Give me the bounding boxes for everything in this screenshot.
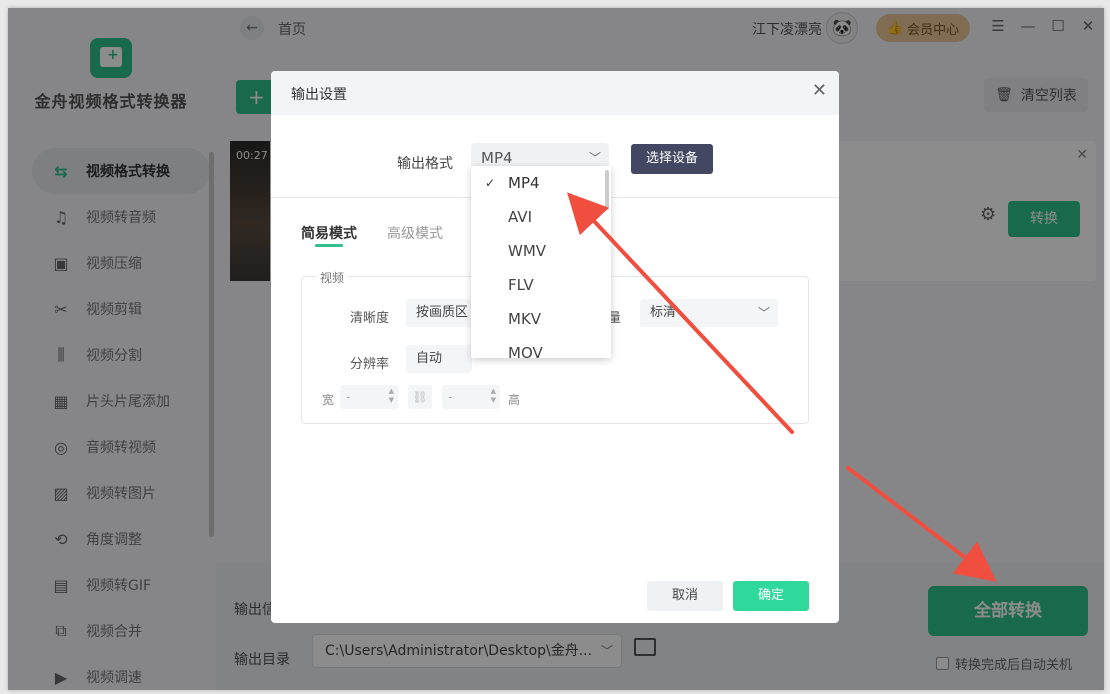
stepper-icon: ▲ ▼ — [490, 387, 496, 404]
format-option-label: MOV — [508, 344, 543, 358]
clarity-select[interactable]: 按画质区 — [406, 299, 472, 327]
width-label: 宽 — [322, 393, 335, 407]
resolution-value: 自动 — [416, 351, 443, 366]
clarity-value: 按画质区 — [416, 305, 469, 320]
format-option-avi[interactable]: AVI — [471, 200, 611, 234]
height-value: - — [448, 390, 453, 404]
checkmark-icon: ✓ — [485, 176, 496, 190]
width-value: - — [346, 390, 351, 404]
format-dropdown: ✓ MP4 AVI WMV FLV MKV MOV — [471, 166, 611, 358]
height-input[interactable]: - ▲ ▼ — [442, 385, 500, 409]
stepper-icon: ▲ ▼ — [388, 387, 394, 404]
format-option-label: MP4 — [508, 174, 540, 192]
format-label: 输出格式 — [397, 156, 453, 172]
format-option-label: WMV — [508, 242, 547, 260]
format-option-mov[interactable]: MOV — [471, 336, 611, 358]
clarity-label: 清晰度 — [350, 311, 390, 326]
format-option-flv[interactable]: FLV — [471, 268, 611, 302]
resolution-label: 分辨率 — [350, 357, 390, 372]
select-device-button[interactable]: 选择设备 — [631, 144, 713, 174]
width-input[interactable]: - ▲ ▼ — [340, 385, 398, 409]
close-icon[interactable]: ✕ — [812, 80, 827, 101]
dropdown-scrollbar[interactable] — [605, 170, 609, 210]
quality-select[interactable]: 标清 ﹀ — [640, 299, 778, 327]
chevron-down-icon: ﹀ — [757, 306, 770, 320]
tab-advanced-mode[interactable]: 高级模式 — [387, 223, 443, 243]
dialog-title: 输出设置 — [291, 87, 347, 103]
resolution-select[interactable]: 自动 — [406, 345, 472, 373]
format-option-mp4[interactable]: ✓ MP4 — [471, 166, 611, 200]
format-option-label: MKV — [508, 310, 542, 328]
format-option-label: AVI — [508, 208, 532, 226]
active-tab-indicator — [315, 244, 343, 247]
format-option-wmv[interactable]: WMV — [471, 234, 611, 268]
quality-value: 标清 — [650, 305, 677, 320]
app-window: + 金舟视频格式转换器 ⇆ 视频格式转换 ♫ 视频转音频 ▣ 视频压缩 ✂ 视频剪辑 ⫼… — [8, 8, 1104, 690]
link-ratio-icon[interactable]: ⛓ — [408, 385, 432, 409]
cancel-button[interactable]: 取消 — [647, 581, 723, 611]
format-option-label: FLV — [508, 276, 534, 294]
dialog-header: 输出设置 ✕ — [271, 71, 839, 115]
format-option-mkv[interactable]: MKV — [471, 302, 611, 336]
group-title: 视频 — [316, 269, 349, 286]
tab-simple-mode[interactable]: 简易模式 — [301, 223, 357, 243]
format-value: MP4 — [481, 149, 513, 167]
height-label: 高 — [508, 393, 521, 407]
confirm-button[interactable]: 确定 — [733, 581, 809, 611]
